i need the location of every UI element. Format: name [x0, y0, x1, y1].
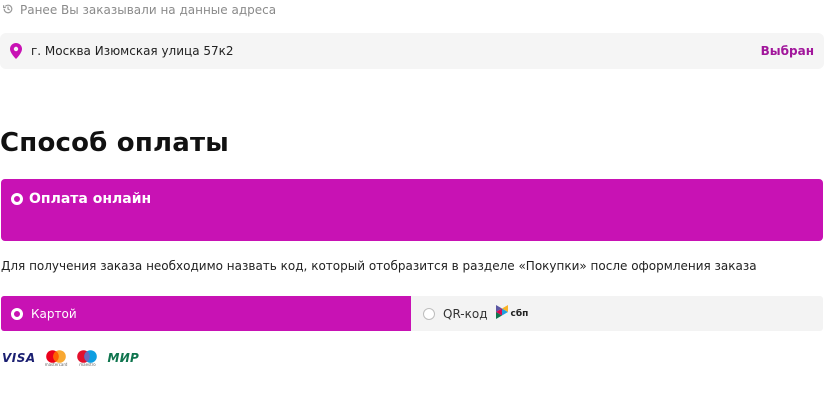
sbp-icon	[495, 304, 508, 323]
address-selected-status[interactable]: Выбран	[761, 44, 814, 58]
qr-method-option[interactable]: QR-код сбп	[411, 296, 540, 331]
payment-method-selector: Картой QR-код сбп	[1, 296, 823, 331]
previous-addresses-heading: Ранее Вы заказывали на данные адреса	[2, 2, 276, 18]
qr-method-radio[interactable]	[423, 307, 435, 320]
mir-logo: МИР	[107, 351, 140, 365]
address-card[interactable]: г. Москва Изюмская улица 57к2 Выбран	[0, 33, 824, 69]
card-method-option[interactable]: Картой	[1, 296, 411, 331]
online-payment-radio[interactable]	[11, 193, 23, 205]
card-logos: VISA mastercard maestro МИР	[2, 349, 139, 367]
mastercard-caption: mastercard	[44, 361, 68, 367]
sbp-logo: сбп	[495, 304, 529, 323]
online-payment-option[interactable]: Оплата онлайн	[1, 179, 823, 241]
card-method-label: Картой	[31, 306, 77, 321]
history-icon	[2, 3, 14, 18]
location-pin-icon	[10, 42, 24, 60]
address-text: г. Москва Изюмская улица 57к2	[31, 44, 234, 58]
maestro-caption: maestro	[79, 361, 96, 367]
payment-hint: Для получения заказа необходимо назвать …	[1, 259, 757, 273]
previous-addresses-text: Ранее Вы заказывали на данные адреса	[20, 3, 277, 17]
card-method-radio[interactable]	[11, 307, 23, 320]
visa-logo: VISA	[2, 351, 36, 365]
payment-method-title: Способ оплаты	[0, 128, 229, 158]
mastercard-logo: mastercard	[44, 349, 68, 367]
maestro-logo: maestro	[76, 349, 98, 367]
sbp-text: сбп	[510, 308, 529, 319]
online-payment-label: Оплата онлайн	[29, 191, 152, 207]
qr-method-label: QR-код	[443, 306, 488, 321]
